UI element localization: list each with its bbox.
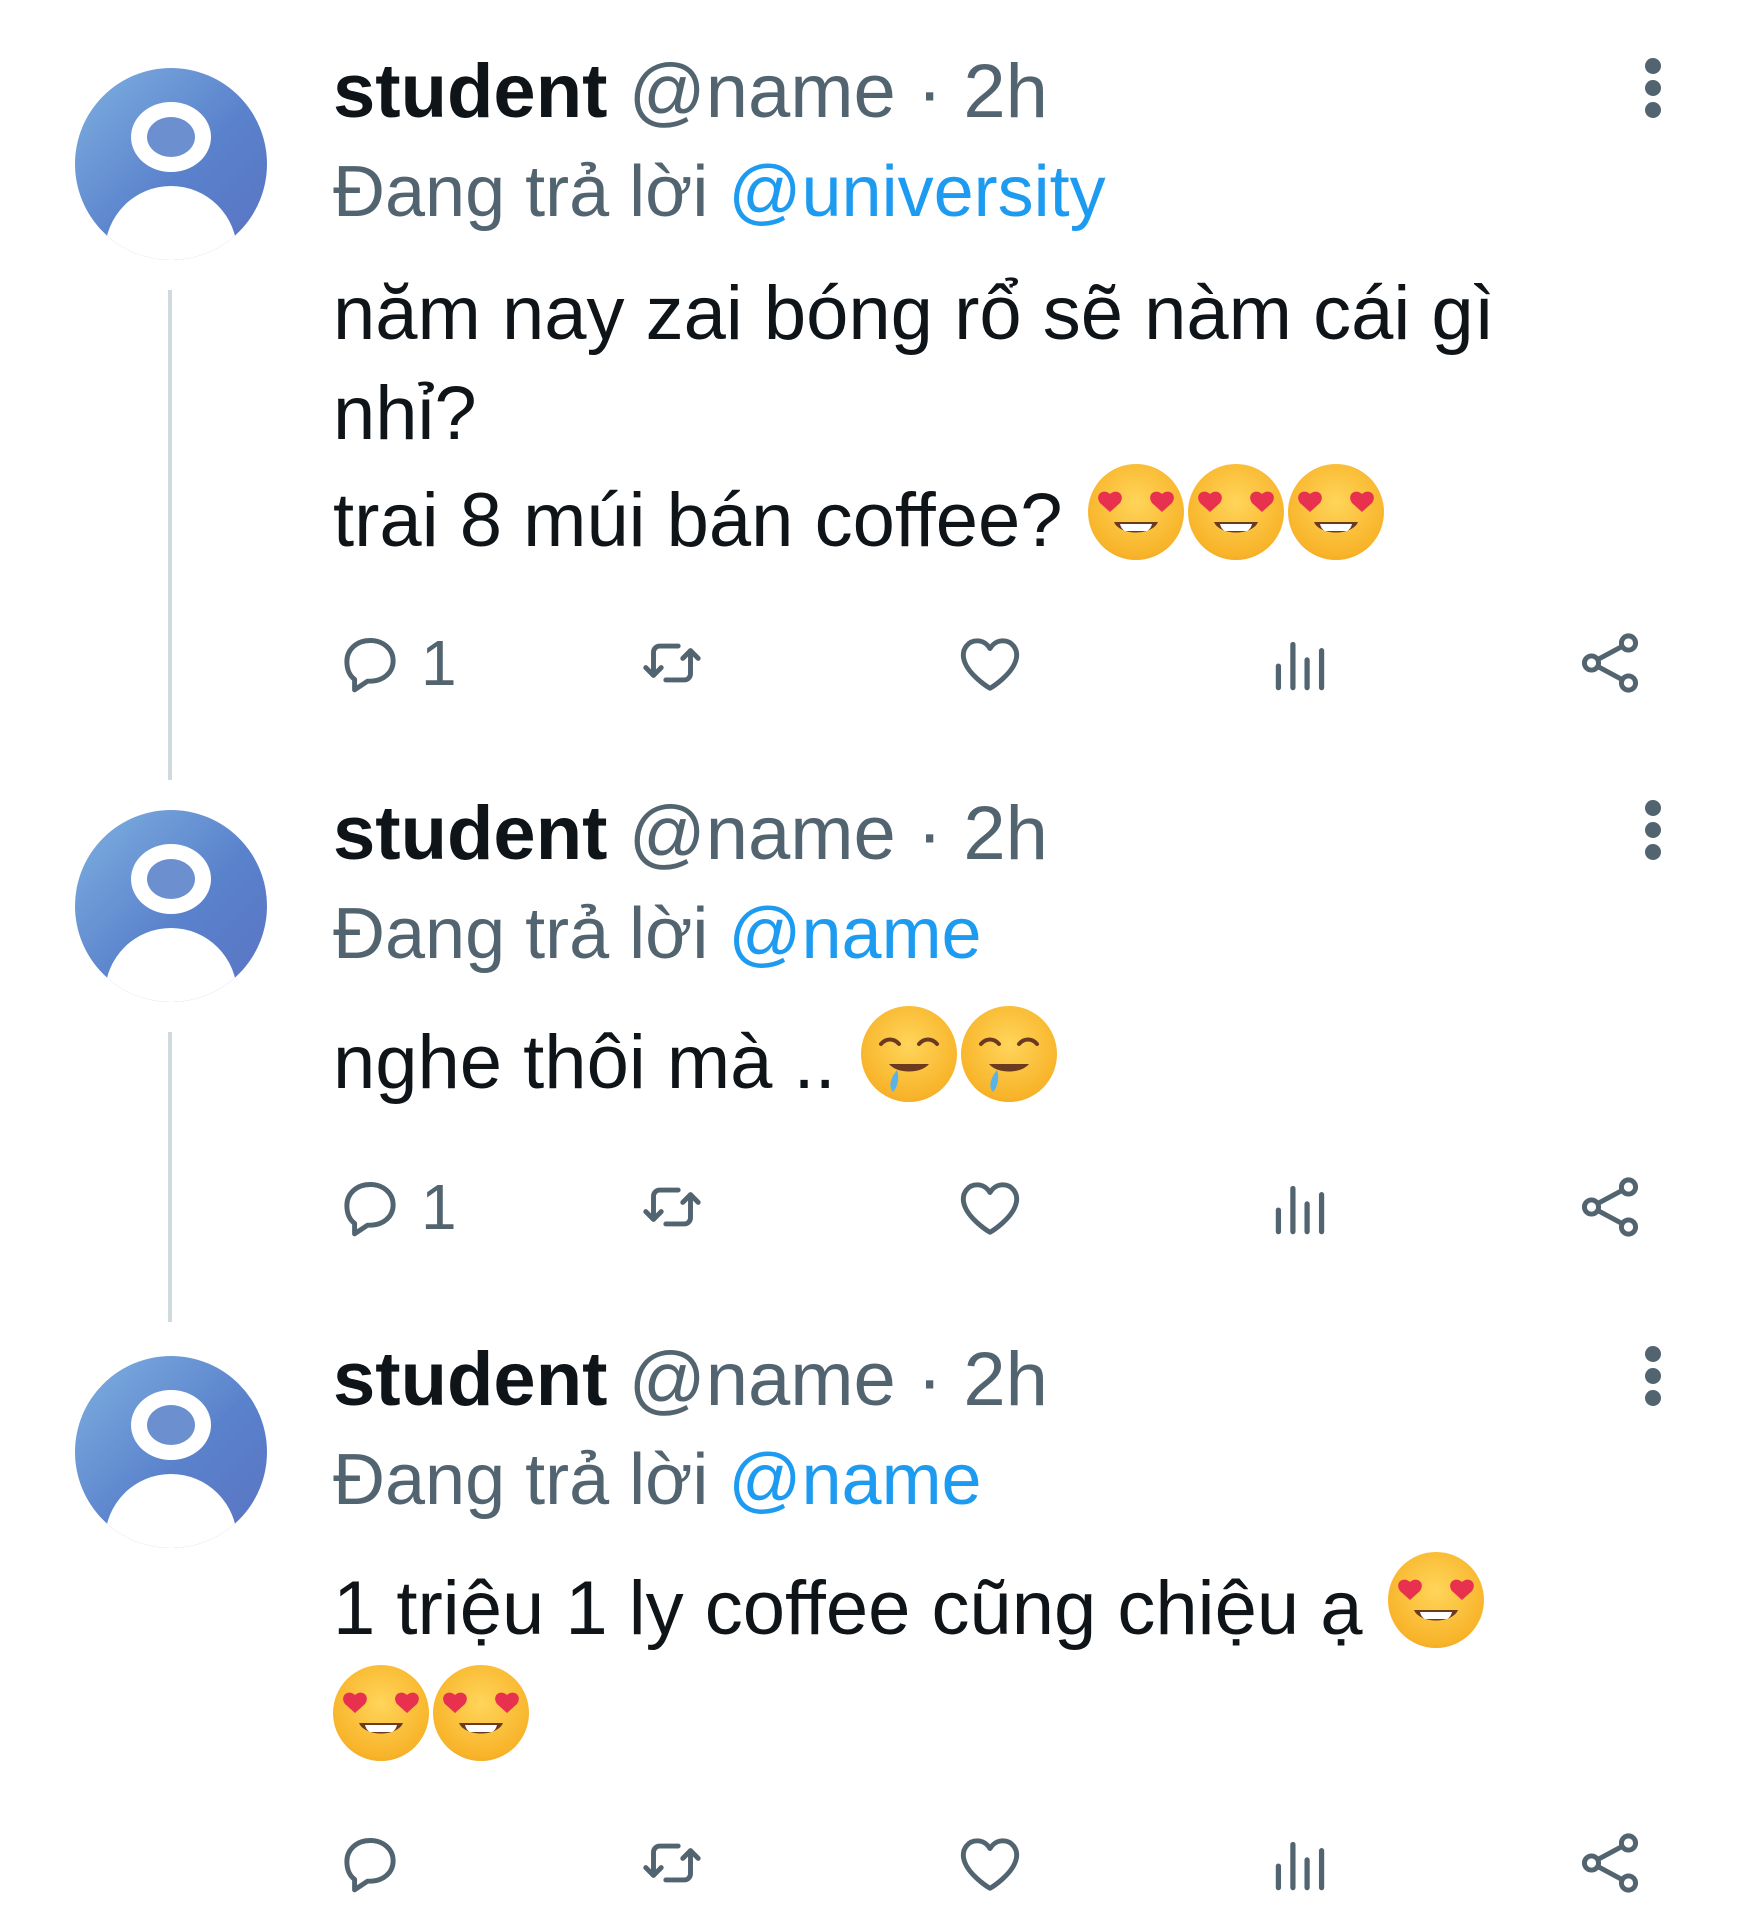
drooling-emoji-icon <box>860 1006 957 1102</box>
reply-count: 1 <box>421 627 457 699</box>
heart-eyes-emoji-icon <box>333 1665 429 1761</box>
mention-link[interactable]: @name <box>728 1440 981 1520</box>
separator: · <box>916 49 943 134</box>
tweet-text: nghe thôi mà .. <box>333 1006 1663 1113</box>
tweet-actions: 1 <box>333 1167 1663 1247</box>
replying-to: Đang trả lời @name <box>333 884 1663 984</box>
replying-to-label: Đang trả lời <box>333 894 709 974</box>
reply-thread: student @name · 2h Đang trả lời @univers… <box>0 0 1748 1920</box>
avatar[interactable] <box>75 810 267 1002</box>
retweet-icon <box>635 1170 709 1244</box>
share-icon <box>1573 1170 1647 1244</box>
replying-to-label: Đang trả lời <box>333 1440 709 1520</box>
thread-connector-line <box>168 290 172 780</box>
avatar-body <box>105 186 237 260</box>
share-button[interactable] <box>1573 1823 1647 1903</box>
reply-button[interactable] <box>333 1823 407 1903</box>
timestamp[interactable]: 2h <box>963 49 1048 134</box>
separator: · <box>916 1337 943 1422</box>
timestamp[interactable]: 2h <box>963 1337 1048 1422</box>
tweet-header: student @name · 2h <box>333 1330 1663 1430</box>
tweet-text-line: nghe thôi mà .. <box>333 1020 836 1105</box>
views-icon <box>1263 626 1337 700</box>
mention-link[interactable]: @university <box>728 152 1105 232</box>
heart-eyes-emoji-icon <box>1387 1552 1484 1648</box>
separator: · <box>916 791 943 876</box>
avatar[interactable] <box>75 68 267 260</box>
user-handle[interactable]: @name <box>629 1337 896 1422</box>
like-button[interactable] <box>953 1167 1027 1247</box>
reply-icon <box>333 1826 407 1900</box>
avatar-head <box>131 844 211 914</box>
heart-eyes-emoji-icon <box>433 1665 529 1761</box>
timestamp[interactable]: 2h <box>963 791 1048 876</box>
heart-eyes-emoji-icon <box>1187 464 1284 560</box>
tweet-text-line: nhỉ? <box>333 371 477 456</box>
drooling-emoji-icon <box>960 1006 1057 1102</box>
reply-count: 1 <box>421 1171 457 1243</box>
tweet-text: năm nay zai bóng rổ sẽ nàm cái gì nhỉ? t… <box>333 264 1663 571</box>
heart-icon <box>953 1826 1027 1900</box>
share-button[interactable] <box>1573 1167 1647 1247</box>
like-button[interactable] <box>953 1823 1027 1903</box>
replying-to: Đang trả lời @university <box>333 142 1663 242</box>
retweet-button[interactable] <box>635 1823 709 1903</box>
user-handle[interactable]: @name <box>629 791 896 876</box>
retweet-button[interactable] <box>635 1167 709 1247</box>
user-handle[interactable]: @name <box>629 49 896 134</box>
reply-button[interactable]: 1 <box>333 1167 457 1247</box>
reply-icon <box>333 626 407 700</box>
reply-button[interactable]: 1 <box>333 623 457 703</box>
share-icon <box>1573 1826 1647 1900</box>
heart-icon <box>953 1170 1027 1244</box>
display-name[interactable]: student <box>333 791 607 876</box>
views-icon <box>1263 1170 1337 1244</box>
tweet-actions: 1 <box>333 623 1663 703</box>
views-button[interactable] <box>1263 1167 1337 1247</box>
display-name[interactable]: student <box>333 1337 607 1422</box>
tweet-text-line: trai 8 múi bán coffee? <box>333 478 1063 563</box>
like-button[interactable] <box>953 623 1027 703</box>
replying-to: Đang trả lời @name <box>333 1430 1663 1530</box>
share-icon <box>1573 626 1647 700</box>
retweet-button[interactable] <box>635 623 709 703</box>
replying-to-label: Đang trả lời <box>333 152 709 232</box>
tweet-text-line: năm nay zai bóng rổ sẽ nàm cái gì <box>333 271 1495 356</box>
display-name[interactable]: student <box>333 49 607 134</box>
heart-eyes-emoji-icon <box>1087 464 1184 560</box>
retweet-icon <box>635 626 709 700</box>
tweet-text-line: 1 triệu 1 ly coffee cũng chiệu ạ <box>333 1566 1363 1651</box>
tweet-actions <box>333 1823 1663 1903</box>
tweet-header: student @name · 2h <box>333 42 1663 142</box>
reply-icon <box>333 1170 407 1244</box>
heart-icon <box>953 626 1027 700</box>
heart-eyes-emoji-icon <box>1287 464 1384 560</box>
share-button[interactable] <box>1573 623 1647 703</box>
views-button[interactable] <box>1263 623 1337 703</box>
tweet-header: student @name · 2h <box>333 784 1663 884</box>
views-icon <box>1263 1826 1337 1900</box>
thread-connector-line <box>168 1032 172 1322</box>
tweet-text: 1 triệu 1 ly coffee cũng chiệu ạ <box>333 1552 1663 1772</box>
mention-link[interactable]: @name <box>728 894 981 974</box>
views-button[interactable] <box>1263 1823 1337 1903</box>
avatar[interactable] <box>75 1356 267 1548</box>
avatar-head <box>131 102 211 172</box>
avatar-body <box>105 928 237 1002</box>
avatar-head <box>131 1390 211 1460</box>
retweet-icon <box>635 1826 709 1900</box>
avatar-body <box>105 1474 237 1548</box>
